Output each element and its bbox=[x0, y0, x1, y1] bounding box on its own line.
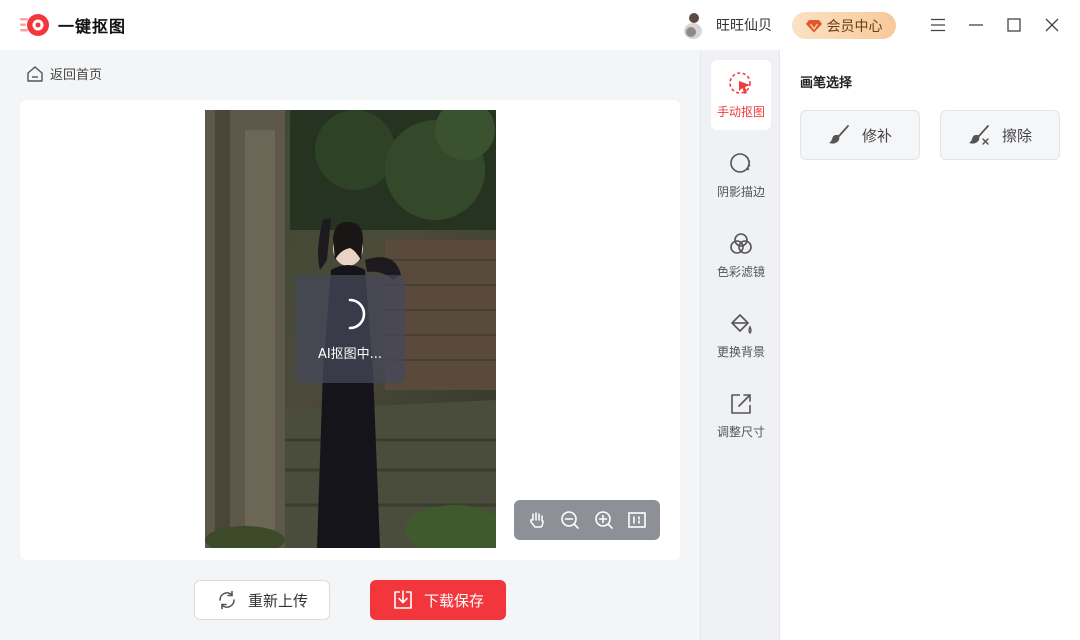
tool-change-background[interactable]: 更换背景 bbox=[711, 300, 771, 370]
download-save-button[interactable]: 下载保存 bbox=[370, 580, 506, 620]
vip-label: 会员中心 bbox=[826, 18, 883, 35]
tool-color-filter[interactable]: 色彩滤镜 bbox=[711, 220, 771, 290]
avatar[interactable] bbox=[680, 10, 706, 40]
vip-gem-icon bbox=[805, 19, 822, 32]
back-home-link[interactable]: 返回首页 bbox=[26, 64, 102, 83]
shadow-outline-icon bbox=[730, 152, 751, 173]
tool-label: 色彩滤镜 bbox=[716, 264, 765, 279]
download-icon bbox=[394, 590, 412, 609]
vip-center-button[interactable]: 会员中心 bbox=[792, 12, 896, 39]
loading-overlay: AI抠图中... bbox=[295, 275, 405, 383]
erase-label: 擦除 bbox=[1001, 126, 1032, 145]
uploaded-photo: AI抠图中... bbox=[205, 110, 496, 548]
tool-label: 手动抠图 bbox=[716, 104, 765, 119]
tool-manual-cutout[interactable]: 手动抠图 bbox=[711, 60, 771, 130]
zoom-toolbar bbox=[514, 500, 660, 540]
erase-brush-button[interactable]: 擦除 bbox=[940, 110, 1060, 160]
image-canvas[interactable]: AI抠图中... bbox=[20, 100, 680, 560]
app-logo: 一键抠图 bbox=[20, 12, 126, 38]
tool-label: 阴影描边 bbox=[716, 184, 765, 199]
loading-spinner-icon bbox=[348, 298, 366, 329]
title-bar: 一键抠图 旺旺仙贝 会员中心 bbox=[0, 0, 1080, 50]
close-icon[interactable] bbox=[1041, 14, 1063, 36]
back-home-label: 返回首页 bbox=[50, 68, 103, 83]
panel-title: 画笔选择 bbox=[800, 76, 853, 91]
hand-icon[interactable] bbox=[524, 507, 550, 533]
fit-screen-icon[interactable] bbox=[624, 507, 650, 533]
zoom-out-icon[interactable] bbox=[557, 507, 583, 533]
zoom-in-icon[interactable] bbox=[591, 507, 617, 533]
minimize-icon[interactable] bbox=[965, 14, 987, 36]
refresh-icon bbox=[219, 590, 235, 610]
erase-brush-icon bbox=[968, 125, 989, 145]
menu-icon[interactable] bbox=[927, 14, 949, 36]
user-profile[interactable]: 旺旺仙贝 bbox=[680, 10, 772, 40]
tool-sidebar: 手动抠图 阴影描边 色彩滤镜 更换背景 调整尺寸 bbox=[700, 50, 780, 640]
reupload-label: 重新上传 bbox=[247, 591, 308, 610]
color-filter-icon bbox=[730, 232, 752, 254]
workspace: 返回首页 AI抠图中... 重新上传 下载保存 bbox=[0, 50, 700, 640]
repair-label: 修补 bbox=[861, 126, 892, 145]
tool-resize[interactable]: 调整尺寸 bbox=[711, 380, 771, 450]
tool-label: 更换背景 bbox=[716, 344, 765, 359]
paint-bucket-icon bbox=[731, 313, 752, 334]
loading-text: AI抠图中... bbox=[317, 346, 383, 362]
reupload-button[interactable]: 重新上传 bbox=[194, 580, 330, 620]
repair-brush-icon bbox=[828, 125, 849, 144]
brush-panel: 画笔选择 修补 擦除 bbox=[780, 50, 1080, 640]
resize-icon bbox=[731, 393, 751, 414]
download-save-label: 下载保存 bbox=[423, 591, 484, 610]
app-window: 一键抠图 旺旺仙贝 会员中心 返回首页 AI抠图中... 重新上传 下载保存 手… bbox=[0, 0, 1080, 640]
app-name: 一键抠图 bbox=[58, 17, 127, 36]
tool-label: 调整尺寸 bbox=[716, 424, 765, 439]
repair-brush-button[interactable]: 修补 bbox=[800, 110, 920, 160]
logo-icon bbox=[20, 12, 50, 38]
maximize-icon[interactable] bbox=[1003, 14, 1025, 36]
user-name[interactable]: 旺旺仙贝 bbox=[716, 15, 772, 35]
tool-shadow-outline[interactable]: 阴影描边 bbox=[711, 140, 771, 210]
manual-cutout-icon bbox=[729, 71, 751, 94]
home-icon bbox=[27, 65, 43, 82]
